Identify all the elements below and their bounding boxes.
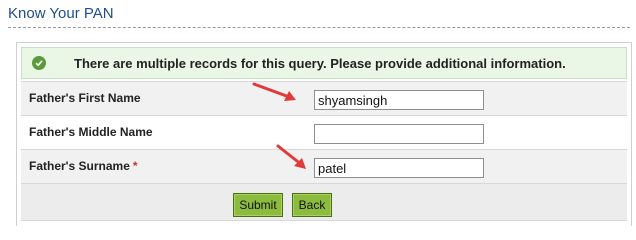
title-divider (8, 27, 630, 28)
page-title: Know Your PAN (8, 5, 114, 22)
form-row-fathers-surname: Father's Surname * (21, 149, 627, 183)
form-actions-row: Submit Back (21, 183, 627, 221)
check-circle-icon (32, 56, 46, 70)
fathers-surname-label-text: Father's Surname (29, 159, 130, 173)
fathers-middle-name-input[interactable] (314, 124, 484, 144)
form-panel: There are multiple records for this quer… (16, 42, 632, 226)
fathers-surname-label: Father's Surname * (29, 159, 138, 173)
info-notice: There are multiple records for this quer… (21, 47, 627, 79)
fathers-middle-name-label: Father's Middle Name (29, 125, 153, 139)
submit-button[interactable]: Submit (233, 193, 283, 217)
fathers-surname-input[interactable] (314, 158, 484, 178)
back-button[interactable]: Back (292, 193, 332, 217)
form-row-fathers-first-name: Father's First Name (21, 81, 627, 115)
notice-text: There are multiple records for this quer… (74, 56, 566, 71)
fathers-first-name-input[interactable] (314, 90, 484, 110)
required-asterisk: * (132, 159, 138, 173)
fathers-first-name-label: Father's First Name (29, 91, 141, 105)
form-row-fathers-middle-name: Father's Middle Name (21, 115, 627, 149)
